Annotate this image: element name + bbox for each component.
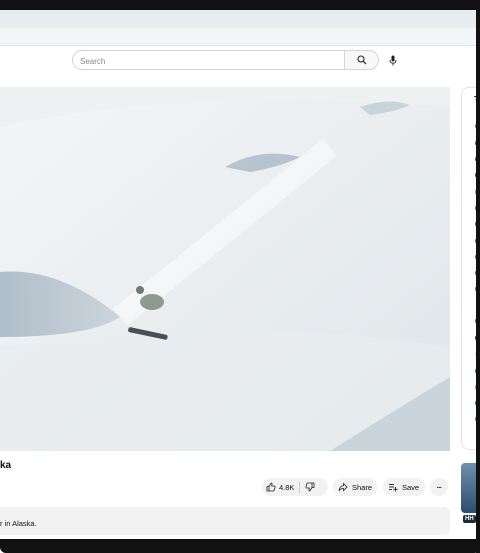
thumbs-up-icon xyxy=(266,482,276,492)
description-text: r in Alaska. xyxy=(0,519,37,528)
description-box[interactable] xyxy=(0,507,450,535)
video-title: ka xyxy=(0,460,12,471)
save-button[interactable]: Save xyxy=(383,478,425,496)
search-icon xyxy=(356,55,366,65)
video-frame xyxy=(0,87,450,451)
save-label: Save xyxy=(402,482,420,492)
live-chat-panel[interactable]: To xyxy=(461,87,476,450)
search-input[interactable] xyxy=(80,53,330,69)
thumbs-down-icon xyxy=(305,482,315,492)
more-actions-button[interactable]: ... xyxy=(430,478,448,496)
microphone-icon xyxy=(389,55,397,65)
window-frame-top xyxy=(0,0,480,10)
like-dislike-group: 4.8K xyxy=(262,478,328,496)
like-count: 4.8K xyxy=(279,482,295,492)
thumbnail-badge: HH xyxy=(463,515,476,523)
search-button[interactable] xyxy=(344,50,379,70)
voice-search-button[interactable] xyxy=(383,50,403,70)
dislike-button[interactable] xyxy=(305,482,315,492)
share-button[interactable]: Share xyxy=(333,478,377,496)
divider xyxy=(299,481,301,493)
related-video-thumbnail[interactable] xyxy=(461,463,476,513)
browser-address-bar xyxy=(0,28,476,46)
more-icon: ... xyxy=(436,480,442,490)
share-label: Share xyxy=(352,482,373,492)
browser-tab-strip xyxy=(0,10,476,28)
video-player[interactable] xyxy=(0,87,450,451)
window-frame-right xyxy=(476,0,480,553)
playlist-add-icon xyxy=(389,484,398,492)
like-button[interactable]: 4.8K xyxy=(262,482,294,492)
search-box[interactable] xyxy=(72,50,344,70)
share-icon xyxy=(338,482,348,492)
window-frame-bottom xyxy=(0,539,480,553)
